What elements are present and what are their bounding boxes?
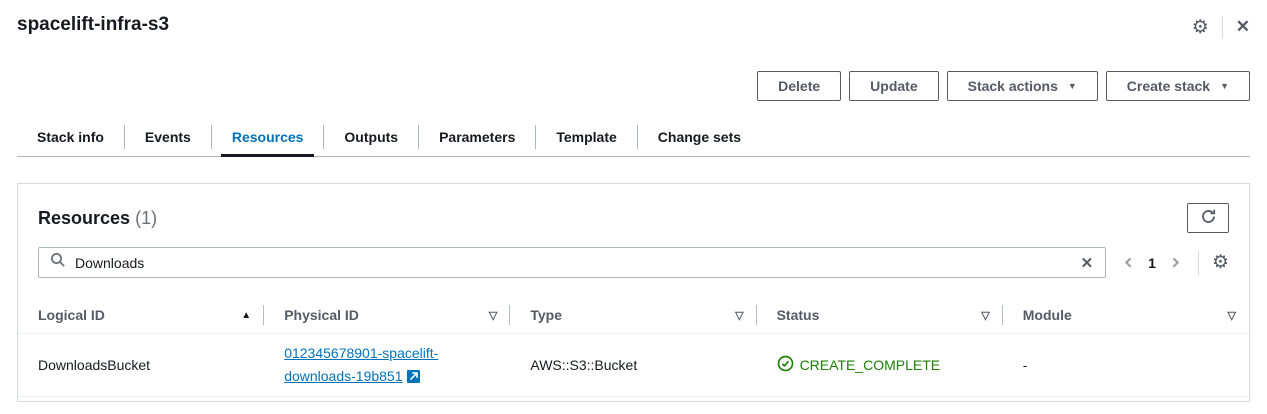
cloudformation-stack-page: spacelift-infra-s3 ⚙ ✕ Delete Update Sta… xyxy=(0,0,1267,157)
resources-title: Resources (1) xyxy=(38,208,157,229)
resources-panel-header: Resources (1) xyxy=(18,184,1249,233)
sort-icon[interactable]: ▽ xyxy=(735,309,743,322)
search-icon xyxy=(50,252,66,273)
current-page-number[interactable]: 1 xyxy=(1142,255,1162,271)
stack-actions-dropdown[interactable]: Stack actions ▼ xyxy=(947,71,1098,101)
resources-count: (1) xyxy=(135,208,157,228)
column-header-type[interactable]: Type ▽ xyxy=(510,297,756,333)
resources-panel: Resources (1) ✕ xyxy=(17,183,1250,402)
column-header-physical-id[interactable]: Physical ID ▽ xyxy=(264,297,510,333)
cell-module: - xyxy=(1003,349,1249,381)
external-link-icon xyxy=(407,370,420,386)
tab-events[interactable]: Events xyxy=(125,121,211,156)
column-header-logical-id[interactable]: Logical ID ▲ xyxy=(18,297,264,333)
table-row: DownloadsBucket 012345678901-spacelift-d… xyxy=(18,334,1249,397)
sort-ascending-icon[interactable]: ▲ xyxy=(241,310,251,321)
sort-icon[interactable]: ▽ xyxy=(981,309,989,322)
preferences-gear-icon[interactable]: ⚙ xyxy=(1212,253,1229,272)
tab-resources[interactable]: Resources xyxy=(212,121,324,156)
close-icon[interactable]: ✕ xyxy=(1236,17,1250,37)
next-page-icon[interactable] xyxy=(1166,253,1185,272)
resource-search-box[interactable]: ✕ xyxy=(38,247,1106,278)
pagination: 1 ⚙ xyxy=(1119,251,1229,275)
update-button[interactable]: Update xyxy=(849,71,938,101)
cell-logical-id: DownloadsBucket xyxy=(18,349,264,381)
page-header: spacelift-infra-s3 ⚙ ✕ xyxy=(17,0,1250,38)
resources-table: Logical ID ▲ Physical ID ▽ Type ▽ Status… xyxy=(18,297,1249,401)
tab-stack-info[interactable]: Stack info xyxy=(17,121,124,156)
refresh-icon xyxy=(1200,208,1217,228)
header-divider xyxy=(1222,16,1223,38)
sort-icon[interactable]: ▽ xyxy=(1227,309,1235,322)
status-success-icon xyxy=(777,355,794,375)
page-title: spacelift-infra-s3 xyxy=(17,14,169,36)
caret-down-icon: ▼ xyxy=(1220,82,1229,91)
previous-page-icon[interactable] xyxy=(1119,253,1138,272)
cell-status: CREATE_COMPLETE xyxy=(757,347,1003,383)
stack-tabs: Stack info Events Resources Outputs Para… xyxy=(17,121,1250,157)
sort-icon[interactable]: ▽ xyxy=(489,309,497,322)
status-text: CREATE_COMPLETE xyxy=(800,357,941,373)
filter-row: ✕ 1 ⚙ xyxy=(18,233,1249,278)
column-header-status[interactable]: Status ▽ xyxy=(757,297,1003,333)
caret-down-icon: ▼ xyxy=(1068,82,1077,91)
clear-search-icon[interactable]: ✕ xyxy=(1077,254,1098,272)
header-icons: ⚙ ✕ xyxy=(1192,16,1250,38)
tab-parameters[interactable]: Parameters xyxy=(419,121,535,156)
cell-type: AWS::S3::Bucket xyxy=(510,349,756,381)
stack-actions-toolbar: Delete Update Stack actions ▼ Create sta… xyxy=(17,71,1250,101)
search-input[interactable] xyxy=(75,255,1068,271)
create-stack-dropdown[interactable]: Create stack ▼ xyxy=(1106,71,1250,101)
tab-change-sets[interactable]: Change sets xyxy=(638,121,761,156)
pagination-divider xyxy=(1198,251,1199,275)
table-header-row: Logical ID ▲ Physical ID ▽ Type ▽ Status… xyxy=(18,297,1249,334)
tab-outputs[interactable]: Outputs xyxy=(324,121,418,156)
tab-template[interactable]: Template xyxy=(536,121,636,156)
settings-gear-icon[interactable]: ⚙ xyxy=(1192,18,1209,37)
cell-physical-id: 012345678901-spacelift-downloads-19b851 xyxy=(264,334,510,396)
refresh-button[interactable] xyxy=(1187,203,1229,233)
delete-button[interactable]: Delete xyxy=(757,71,841,101)
column-header-module[interactable]: Module ▽ xyxy=(1003,297,1249,333)
